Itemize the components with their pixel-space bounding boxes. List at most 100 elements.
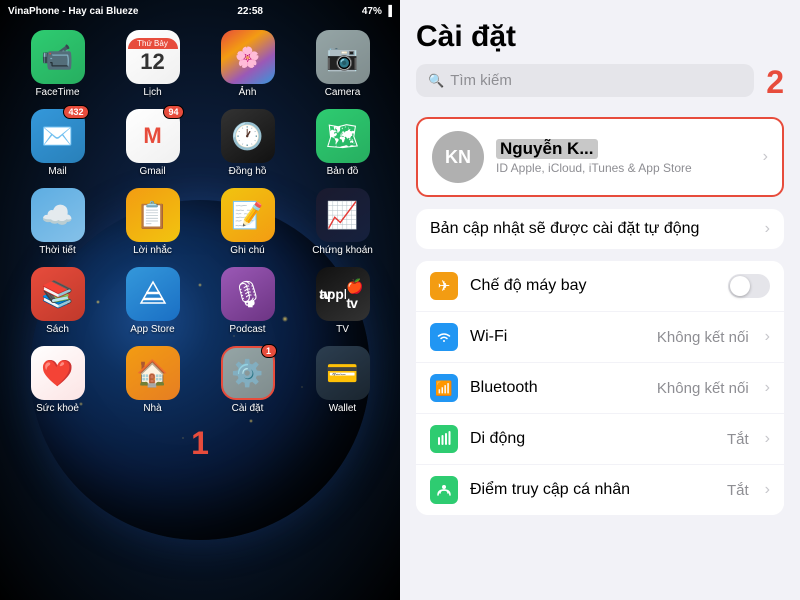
app-bando[interactable]: 🗺 Bản đồ (304, 109, 382, 178)
mail-badge: 432 (63, 105, 88, 119)
status-bar: VinaPhone - Hay cai Blueze 22:58 47% ▐ (0, 0, 400, 22)
loinhac-label: Lời nhắc (133, 245, 172, 257)
wifi-value: Không kết nối (657, 329, 749, 346)
app-row-2: ✉️ 432 Mail M 94 Gmail 🕐 Đồng hồ 🗺 Bản đ… (10, 109, 390, 178)
update-row[interactable]: Bản cập nhật sẽ được cài đặt tự động › (416, 209, 784, 249)
bluetooth-row[interactable]: 📶 Bluetooth Không kết nối › (416, 363, 784, 414)
suckhoe-label: Sức khoẻ (36, 403, 79, 415)
settings-panel: Cài đặt 🔍 Tìm kiếm 2 KN Nguyễn K... ID A… (400, 0, 800, 600)
settings-title: Cài đặt (416, 20, 516, 54)
app-wallet[interactable]: 💳 Wallet (304, 346, 382, 415)
app-row-5: ❤️ Sức khoẻ 🏠 Nhà ⚙️ 1 Cài đặt 💳 Wallet (10, 346, 390, 415)
sach-icon: 📚 (31, 267, 85, 321)
app-thoitiet[interactable]: ☁️ Thời tiết (19, 188, 97, 257)
nha-icon: 🏠 (126, 346, 180, 400)
nha-label: Nhà (143, 403, 161, 415)
airplane-label: Chế độ máy bay (470, 277, 716, 295)
app-row-1: 📹 FaceTime Thứ Bảy 12 Lịch 🌸 Ảnh 📷 Camer… (10, 30, 390, 99)
battery-icon: ▐ (385, 6, 392, 17)
bluetooth-icon: 📶 (430, 374, 458, 402)
app-gmail[interactable]: M 94 Gmail (114, 109, 192, 178)
facetime-icon: 📹 (31, 30, 85, 84)
chungkhoan-icon: 📈 (316, 188, 370, 242)
podcast-label: Podcast (229, 324, 265, 336)
app-podcast[interactable]: 🎙 Podcast (209, 267, 287, 336)
dongho-label: Đồng hồ (229, 166, 267, 178)
profile-subtitle: ID Apple, iCloud, iTunes & App Store (496, 161, 751, 175)
hotspot-value: Tắt (727, 482, 749, 499)
bando-label: Bản đồ (327, 166, 359, 178)
phone-panel: VinaPhone - Hay cai Blueze 22:58 47% ▐ 📹… (0, 0, 400, 600)
mobile-icon (430, 425, 458, 453)
settings-header: Cài đặt 🔍 Tìm kiếm 2 (400, 0, 800, 109)
camera-label: Camera (325, 87, 361, 99)
lich-header: Thứ Bảy (128, 38, 178, 49)
gmail-icon: M 94 (126, 109, 180, 163)
gmail-label: Gmail (139, 166, 165, 178)
app-lich[interactable]: Thứ Bảy 12 Lịch (114, 30, 192, 99)
airplane-icon: ✈ (430, 272, 458, 300)
wifi-icon (430, 323, 458, 351)
dongho-icon: 🕐 (221, 109, 275, 163)
hotspot-chevron-icon: › (765, 481, 770, 499)
caidat-label: Cài đặt (232, 403, 264, 415)
app-caidat[interactable]: ⚙️ 1 Cài đặt (209, 346, 287, 415)
profile-card[interactable]: KN Nguyễn K... ID Apple, iCloud, iTunes … (416, 117, 784, 197)
settings-section: ✈ Chế độ máy bay Wi-Fi Không kết nối › 📶 (416, 261, 784, 515)
search-input: Tìm kiếm (450, 72, 512, 89)
app-camera[interactable]: 📷 Camera (304, 30, 382, 99)
update-label: Bản cập nhật sẽ được cài đặt tự động (430, 220, 765, 238)
step-2-label: 2 (766, 64, 784, 101)
wifi-row[interactable]: Wi-Fi Không kết nối › (416, 312, 784, 363)
bando-icon: 🗺 (316, 109, 370, 163)
battery-status: 47% ▐ (362, 6, 392, 17)
hotspot-label: Điểm truy cập cá nhân (470, 481, 715, 499)
thoitiet-label: Thời tiết (39, 245, 76, 257)
hotspot-icon (430, 476, 458, 504)
wifi-chevron-icon: › (765, 328, 770, 346)
bluetooth-value: Không kết nối (657, 380, 749, 397)
camera-icon: 📷 (316, 30, 370, 84)
app-suckhoe[interactable]: ❤️ Sức khoẻ (19, 346, 97, 415)
sach-label: Sách (46, 324, 69, 336)
app-anh[interactable]: 🌸 Ảnh (209, 30, 287, 99)
app-loinhac[interactable]: 📋 Lời nhắc (114, 188, 192, 257)
wallet-icon: 💳 (316, 346, 370, 400)
search-icon: 🔍 (428, 73, 444, 89)
caidat-badge: 1 (261, 344, 277, 358)
tv-icon: apple tv 🍎tv (316, 267, 370, 321)
app-dongho[interactable]: 🕐 Đồng hồ (209, 109, 287, 178)
toggle-knob (730, 276, 750, 296)
app-chungkhoan[interactable]: 📈 Chứng khoán (304, 188, 382, 257)
app-mail[interactable]: ✉️ 432 Mail (19, 109, 97, 178)
anh-label: Ảnh (239, 87, 257, 99)
airplane-toggle[interactable] (728, 274, 770, 298)
app-tv[interactable]: apple tv 🍎tv TV (304, 267, 382, 336)
app-appstore[interactable]: App Store (114, 267, 192, 336)
podcast-icon: 🎙 (221, 267, 275, 321)
mobile-row[interactable]: Di động Tắt › (416, 414, 784, 465)
airplane-row[interactable]: ✈ Chế độ máy bay (416, 261, 784, 312)
profile-chevron-icon: › (763, 148, 768, 166)
ghichu-icon: 📝 (221, 188, 275, 242)
avatar: KN (432, 131, 484, 183)
search-bar[interactable]: 🔍 Tìm kiếm (416, 64, 754, 97)
app-row-3: ☁️ Thời tiết 📋 Lời nhắc 📝 Ghi chú 📈 Chứn… (10, 188, 390, 257)
battery-label: 47% (362, 6, 382, 17)
wifi-label: Wi-Fi (470, 328, 645, 346)
profile-info: Nguyễn K... ID Apple, iCloud, iTunes & A… (496, 139, 751, 175)
thoitiet-icon: ☁️ (31, 188, 85, 242)
lich-icon: Thứ Bảy 12 (126, 30, 180, 84)
wallet-label: Wallet (329, 403, 356, 415)
app-sach[interactable]: 📚 Sách (19, 267, 97, 336)
svg-text:tv: tv (319, 287, 332, 302)
chungkhoan-label: Chứng khoán (312, 245, 373, 257)
ghichu-label: Ghi chú (230, 245, 264, 257)
app-ghichu[interactable]: 📝 Ghi chú (209, 188, 287, 257)
profile-name: Nguyễn K... (496, 139, 598, 159)
app-facetime[interactable]: 📹 FaceTime (19, 30, 97, 99)
app-nha[interactable]: 🏠 Nhà (114, 346, 192, 415)
loinhac-icon: 📋 (126, 188, 180, 242)
time-label: 22:58 (237, 6, 263, 17)
hotspot-row[interactable]: Điểm truy cập cá nhân Tắt › (416, 465, 784, 515)
